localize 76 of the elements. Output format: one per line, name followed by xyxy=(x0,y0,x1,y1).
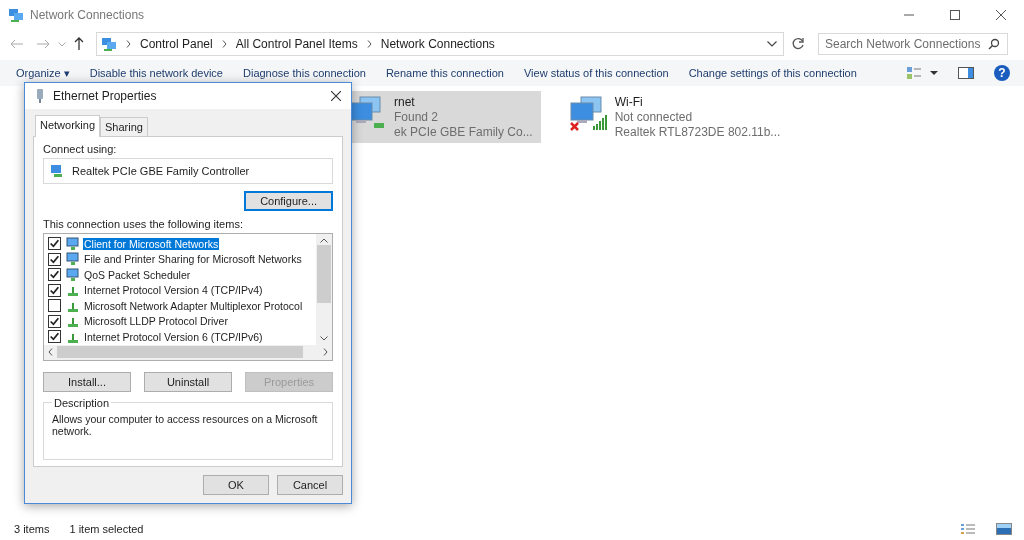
scroll-left-icon[interactable] xyxy=(48,348,53,356)
list-item[interactable]: Microsoft LLDP Protocol Driver xyxy=(83,315,229,328)
checkbox[interactable] xyxy=(48,237,61,251)
large-icons-view-icon[interactable] xyxy=(996,522,1012,536)
network-icon xyxy=(101,36,117,52)
connection-device: ek PCIe GBE Family Co... xyxy=(394,125,533,139)
group-title: Description xyxy=(53,396,111,409)
scroll-right-icon[interactable] xyxy=(323,348,328,356)
configure-button[interactable]: Configure... xyxy=(244,191,333,211)
list-item[interactable]: Client for Microsoft Networks xyxy=(83,237,220,250)
toolbar-command[interactable]: Diagnose this connection xyxy=(243,67,366,79)
connection-status: Found 2 xyxy=(394,110,440,124)
connection-status: Not connected xyxy=(614,110,694,124)
toolbar-command[interactable]: View status of this connection xyxy=(523,67,669,79)
chevron-icon xyxy=(126,40,131,48)
tab[interactable]: Sharing xyxy=(100,117,148,136)
search-field[interactable]: Search Network Connections xyxy=(818,33,1008,55)
breadcrumb-item[interactable]: Control Panel xyxy=(140,37,213,51)
status-text: 1 item selected xyxy=(69,523,144,535)
chevron-icon xyxy=(221,40,227,48)
breadcrumb-item[interactable]: All Control Panel Items xyxy=(235,37,358,51)
checkbox[interactable] xyxy=(48,283,61,297)
toolbar-command[interactable]: Disable this network device xyxy=(89,67,223,79)
caret-icon[interactable] xyxy=(767,41,777,47)
connection-device: Realtek RTL8723DE 802.11b... xyxy=(614,125,781,139)
chevron-icon xyxy=(366,40,372,48)
network-icon xyxy=(8,7,24,23)
checkbox[interactable] xyxy=(48,299,61,313)
maximize-icon[interactable] xyxy=(950,10,960,20)
tab[interactable]: Networking xyxy=(35,115,101,137)
dialog-button[interactable]: OK xyxy=(203,475,269,495)
field-label: Connect using: xyxy=(43,143,118,155)
up-arrow-icon[interactable] xyxy=(74,37,84,51)
details-view-icon[interactable] xyxy=(960,522,976,536)
address-bar[interactable]: Control Panel All Control Panel Items Network Connections xyxy=(96,32,784,56)
vertical-scrollbar[interactable] xyxy=(316,234,332,345)
connection-name: Wi-Fi xyxy=(614,95,644,109)
window-title: Network Connections xyxy=(30,8,145,22)
description-text: Allows your computer to access resources on a Microsoft network. xyxy=(52,412,318,437)
field-label: This connection uses the following items: xyxy=(43,218,244,230)
connection-name: rnet xyxy=(394,95,416,109)
dialog-button[interactable]: Cancel xyxy=(277,475,343,495)
preview-pane-icon[interactable] xyxy=(958,66,974,80)
help-icon[interactable]: ? xyxy=(994,65,1010,81)
computer-icon xyxy=(66,252,80,267)
list-item[interactable]: QoS Packet Scheduler xyxy=(83,268,192,281)
computers-icon xyxy=(568,95,609,131)
toolbar-command[interactable]: Organize ▾ xyxy=(16,66,70,80)
checkbox[interactable] xyxy=(48,330,61,344)
list-item[interactable]: File and Printer Sharing for Microsoft Networks xyxy=(83,253,303,266)
breadcrumb-item[interactable]: Network Connections xyxy=(380,37,495,51)
horizontal-scrollbar[interactable] xyxy=(44,344,332,360)
scroll-up-icon[interactable] xyxy=(320,238,328,243)
adapter-name: Realtek PCIe GBE Family Controller xyxy=(72,165,250,177)
item-action-button[interactable]: Install... xyxy=(43,371,131,392)
item-action-button[interactable]: Uninstall xyxy=(144,371,232,392)
checkbox[interactable] xyxy=(48,252,61,266)
toolbar-command[interactable]: Change settings of this connection xyxy=(688,67,857,79)
computer-icon xyxy=(66,267,80,282)
list-item[interactable]: Internet Protocol Version 6 (TCP/IPv6) xyxy=(83,330,264,343)
caret-icon[interactable] xyxy=(930,71,938,75)
close-icon[interactable] xyxy=(996,10,1006,20)
checkbox[interactable] xyxy=(48,268,61,282)
ethernet-plug-icon xyxy=(35,88,45,104)
list-item[interactable]: Internet Protocol Version 4 (TCP/IPv4) xyxy=(83,284,264,297)
computer-icon xyxy=(66,236,80,251)
dialog-title: Ethernet Properties xyxy=(53,89,157,103)
status-text: 3 items xyxy=(14,523,50,535)
network-adapter-icon xyxy=(50,164,64,178)
view-options-icon[interactable] xyxy=(906,66,922,80)
list-item[interactable]: Microsoft Network Adapter Multiplexor Protocol xyxy=(83,299,304,312)
scroll-down-icon[interactable] xyxy=(320,335,328,341)
checkbox[interactable] xyxy=(48,314,61,328)
toolbar-command[interactable]: Rename this connection xyxy=(385,67,504,79)
close-icon[interactable] xyxy=(331,91,341,101)
refresh-icon[interactable] xyxy=(791,37,805,51)
